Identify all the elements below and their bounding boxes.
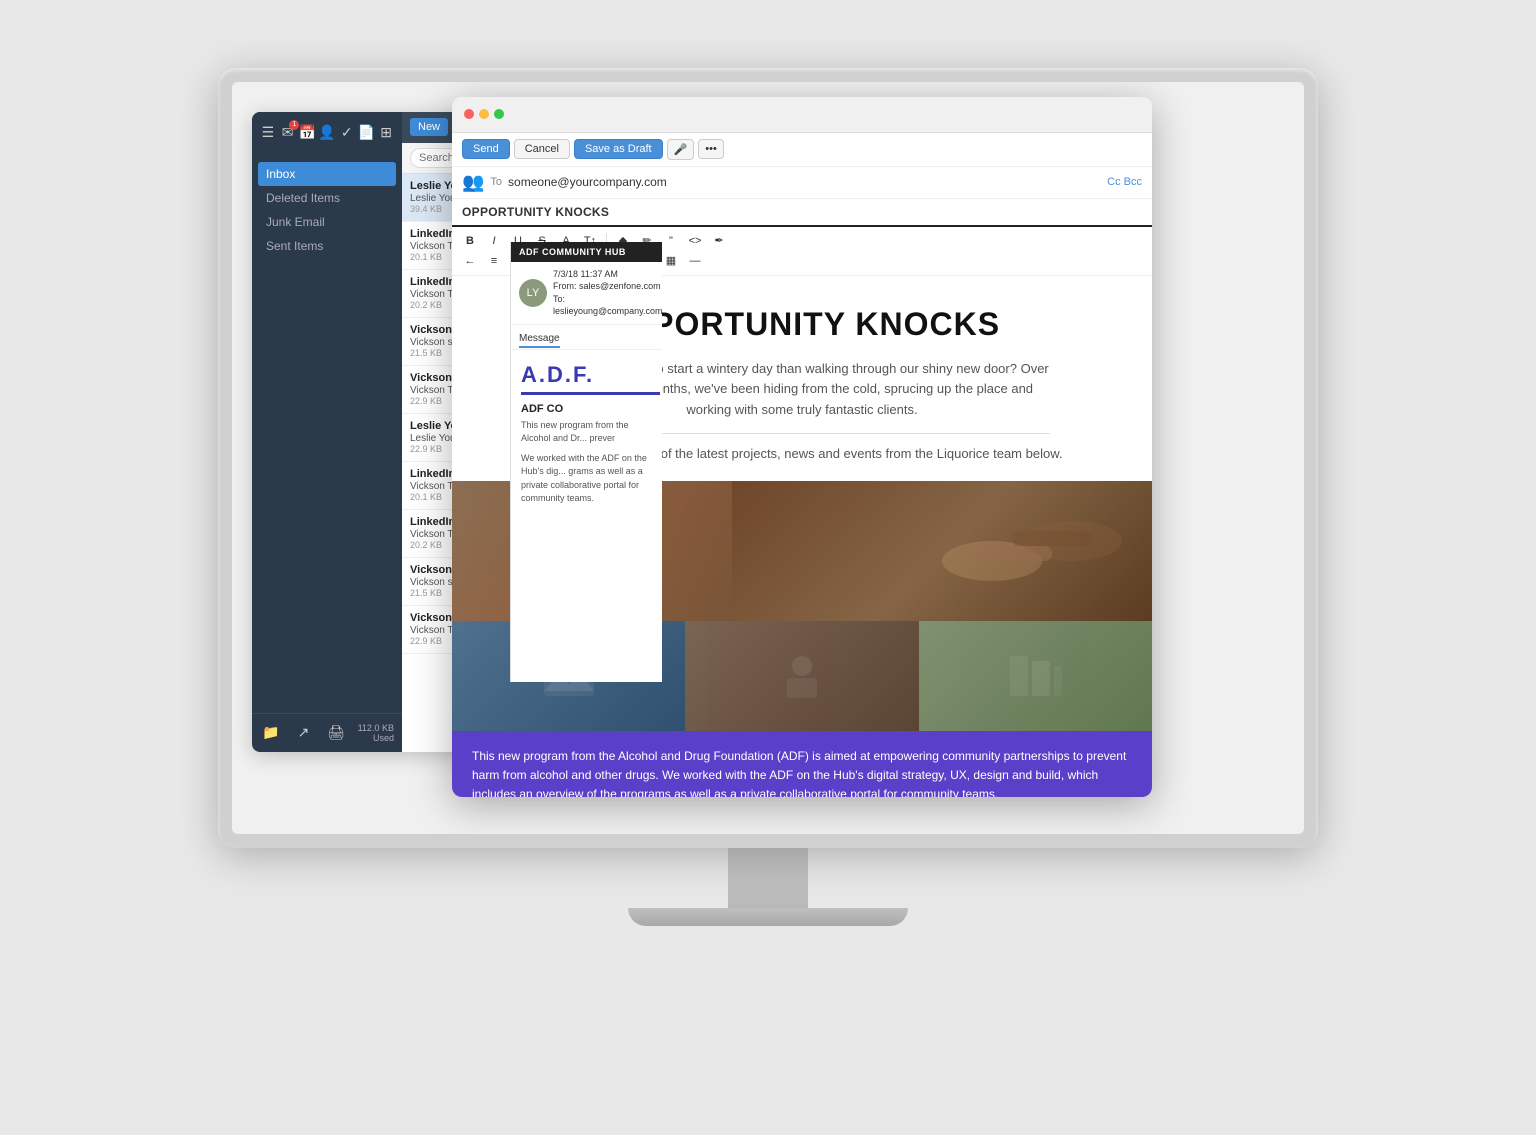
sidebar-item-sent[interactable]: Sent Items [252, 234, 402, 258]
adf-email-time: 7/3/18 11:37 AM [553, 268, 662, 281]
photo-3 [919, 621, 1152, 731]
monitor-neck [728, 848, 808, 908]
list-button[interactable]: ≡ [484, 251, 504, 271]
to-input[interactable] [508, 175, 1101, 189]
adf-preview-panel: ADF COMMUNITY HUB LY 7/3/18 11:37 AM Fro… [510, 242, 662, 682]
code-button[interactable]: <> [685, 231, 705, 251]
share-icon[interactable]: ↗ [293, 722, 315, 744]
send-button[interactable]: Send [462, 139, 510, 159]
adf-logo-section: A.D.F. ADF CO This new program from the … [511, 350, 662, 452]
minimize-dot[interactable] [479, 109, 489, 119]
photo-3-svg [1005, 646, 1065, 706]
apps-icon[interactable]: ⊞ [376, 122, 396, 144]
mail-icon[interactable]: ✉ 1 [278, 122, 298, 144]
adf-email-meta: LY 7/3/18 11:37 AM From: sales@zenfone.c… [511, 262, 662, 325]
monitor-bezel: ☰ ✉ 1 📅 👤 ✓ 📄 ⊞ Inbox Deleted Items [218, 68, 1318, 848]
email-cta-block: This new program from the Alcohol and Dr… [452, 731, 1152, 797]
table-button[interactable]: ▦ [661, 251, 681, 271]
bold-button[interactable]: B [460, 231, 480, 251]
email-sender: LinkedIn [410, 228, 455, 240]
compose-titlebar [452, 97, 1152, 133]
save-draft-button[interactable]: Save as Draft [574, 139, 663, 159]
adf-section-title: ADF CO [521, 403, 660, 415]
monitor-screen: ☰ ✉ 1 📅 👤 ✓ 📄 ⊞ Inbox Deleted Items [232, 82, 1304, 834]
cc-bcc-button[interactable]: Cc Bcc [1107, 176, 1142, 188]
people-icon: 👥 [462, 172, 484, 193]
contacts-icon[interactable]: 👤 [317, 122, 337, 144]
sidebar-item-deleted[interactable]: Deleted Items [252, 186, 402, 210]
signature-button[interactable]: ✒ [709, 231, 729, 251]
email-sender: LinkedIn [410, 276, 455, 288]
italic-button[interactable]: I [484, 231, 504, 251]
email-sidebar: ☰ ✉ 1 📅 👤 ✓ 📄 ⊞ Inbox Deleted Items [252, 112, 402, 752]
sidebar-nav: Inbox Deleted Items Junk Email Sent Item… [252, 154, 402, 713]
adf-hub-header: ADF COMMUNITY HUB [511, 242, 662, 262]
avatar: LY [519, 279, 547, 307]
adf-body-text: This new program from the Alcohol and Dr… [521, 419, 660, 446]
email-sender: LinkedIn [410, 516, 455, 528]
microphone-button[interactable]: 🎤 [667, 139, 695, 160]
hamburger-icon[interactable]: ☰ [258, 122, 278, 144]
calendar-icon[interactable]: 📅 [297, 122, 317, 144]
divider-button[interactable]: — [685, 251, 705, 271]
sidebar-footer: 📁 ↗ 🖨 112.0 KBUsed [252, 713, 402, 752]
to-label: To [490, 176, 502, 188]
quote-button[interactable]: " [661, 231, 681, 251]
photo-2-svg [772, 646, 832, 706]
align-button[interactable]: ← [460, 251, 480, 271]
new-button[interactable]: New [410, 118, 448, 136]
monitor-base [628, 908, 908, 926]
cancel-button[interactable]: Cancel [514, 139, 570, 159]
email-sender: LinkedIn [410, 468, 455, 480]
folder-icon[interactable]: 📁 [260, 722, 282, 744]
window-dots [464, 109, 504, 119]
print-icon[interactable]: 🖨 [325, 722, 347, 744]
more-options-button[interactable]: ••• [698, 139, 724, 159]
maximize-dot[interactable] [494, 109, 504, 119]
sidebar-item-inbox[interactable]: Inbox [258, 162, 396, 186]
sidebar-item-junk[interactable]: Junk Email [252, 210, 402, 234]
notes-icon[interactable]: 📄 [357, 122, 377, 144]
adf-body-text-2: We worked with the ADF on the Hub's dig.… [511, 452, 662, 506]
storage-info: 112.0 KBUsed [358, 723, 394, 743]
compose-toolbar: Send Cancel Save as Draft 🎤 ••• [452, 133, 1152, 167]
compose-subject: OPPORTUNITY KNOCKS [452, 199, 1152, 227]
compose-to-row: 👥 To Cc Bcc [452, 167, 1152, 199]
hero-svg [932, 491, 1132, 611]
sidebar-top-icons: ☰ ✉ 1 📅 👤 ✓ 📄 ⊞ [252, 112, 402, 154]
adf-logo: A.D.F. [521, 362, 660, 395]
monitor-wrap: ☰ ✉ 1 📅 👤 ✓ 📄 ⊞ Inbox Deleted Items [118, 68, 1418, 1068]
photo-2 [685, 621, 918, 731]
adf-tab[interactable]: Message [511, 325, 662, 350]
tasks-icon[interactable]: ✓ [337, 122, 357, 144]
mail-badge: 1 [289, 120, 299, 130]
close-dot[interactable] [464, 109, 474, 119]
